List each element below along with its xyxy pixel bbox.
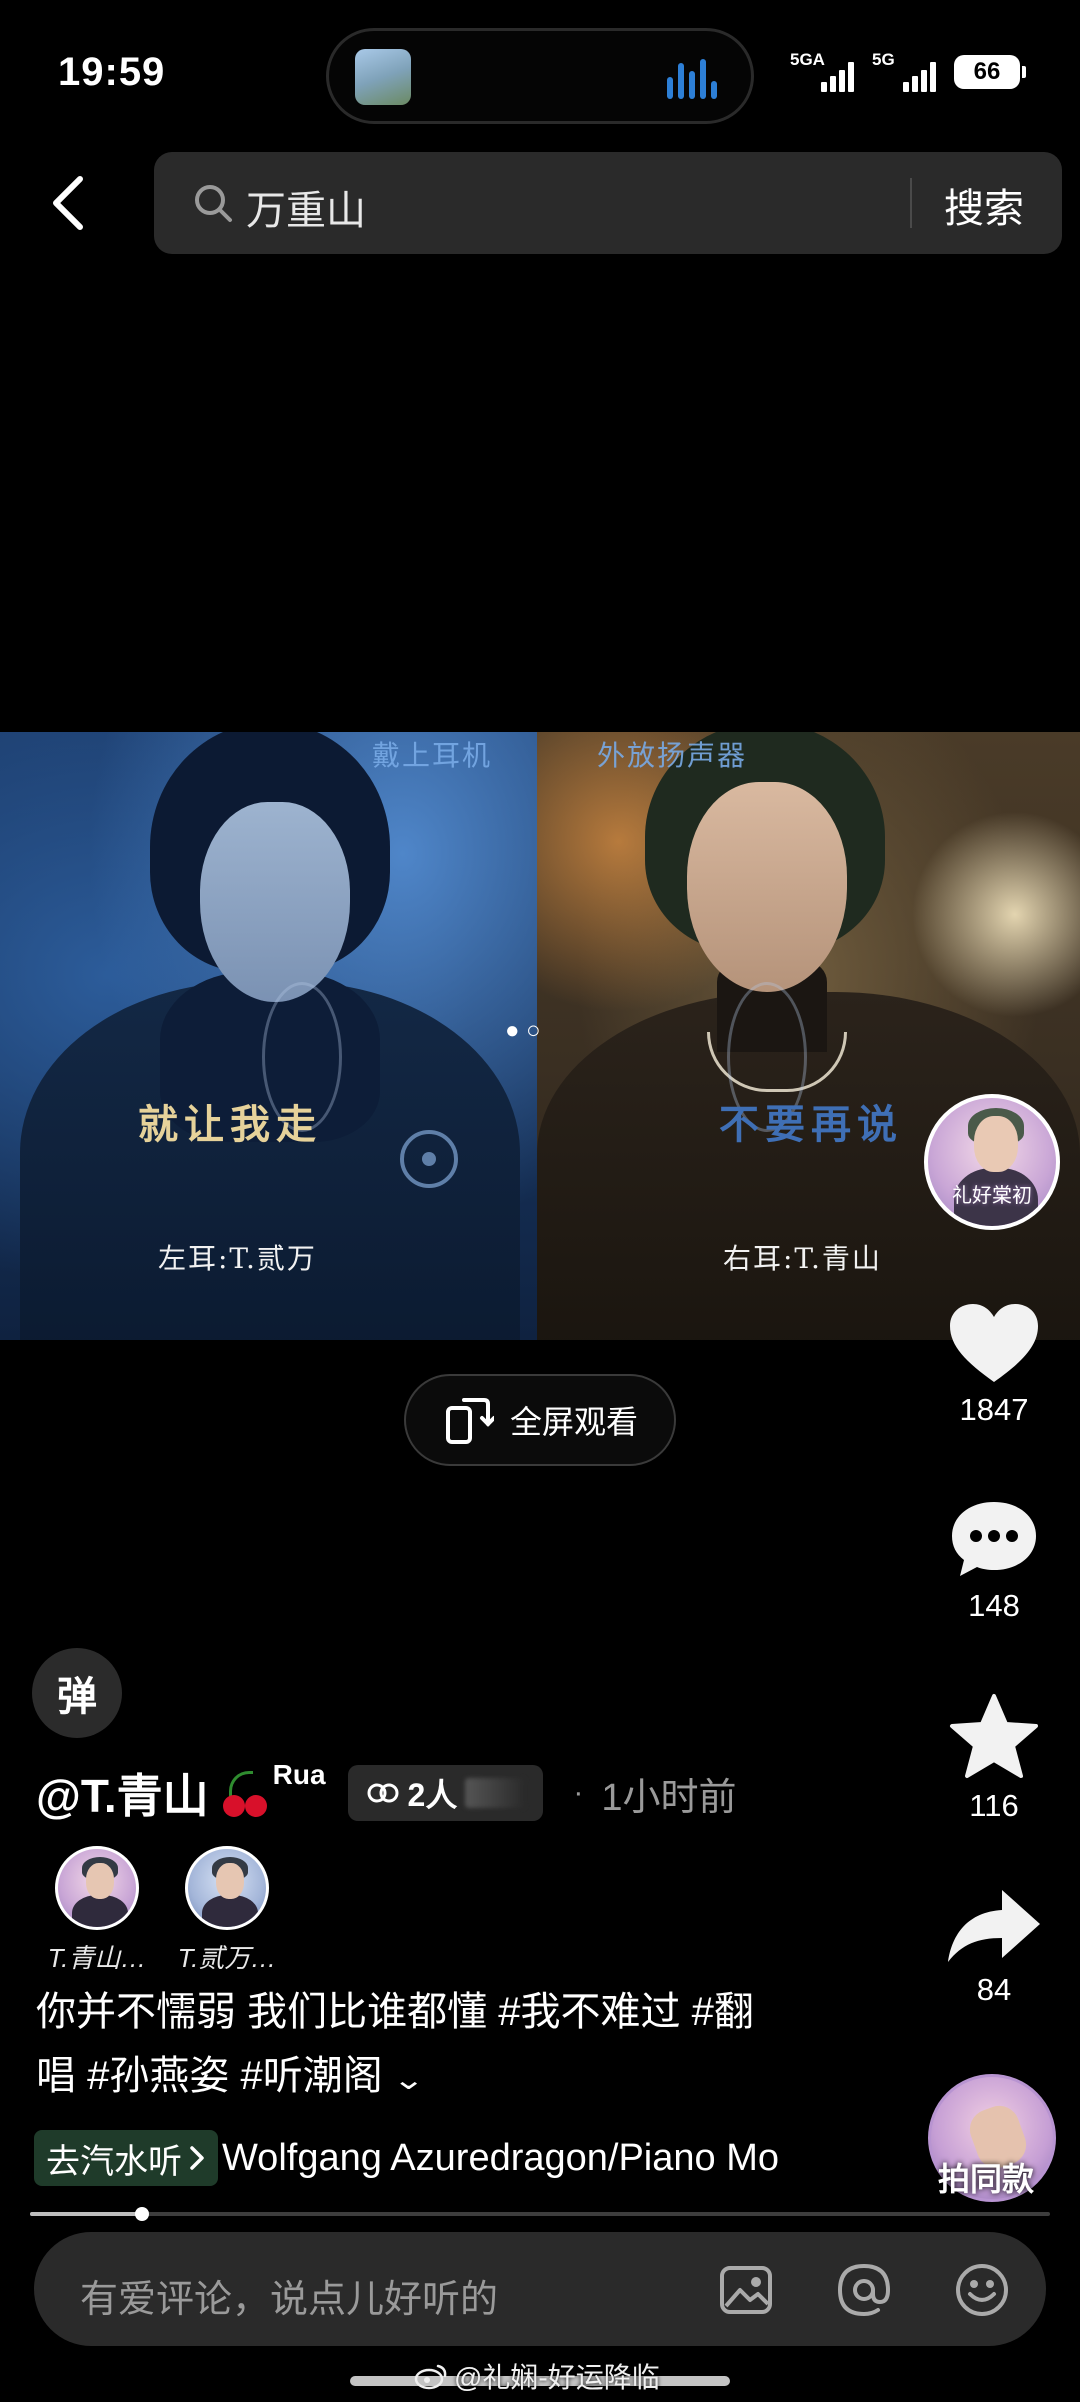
video-player[interactable]: 戴上耳机 就让我走 左耳:T.贰万 外放扬声器 不要再说 右耳:T.青山 ● ○ (0, 732, 1080, 1340)
collab-count: 2人 (407, 1777, 458, 1813)
share-icon (948, 1890, 1040, 1962)
cocreator-name: T.青山… (47, 1943, 147, 1973)
chevron-right-icon (190, 2146, 204, 2170)
overlay-headphone-text: 戴上耳机 (372, 739, 493, 772)
at-icon[interactable] (834, 2260, 894, 2320)
progress-fill (30, 2212, 143, 2216)
lyric-right: 不要再说 (719, 1101, 903, 1148)
author-suffix: Rua (272, 1759, 326, 1790)
video-progress-bar[interactable] (30, 2207, 1050, 2221)
favorite-button[interactable]: 116 (934, 1692, 1054, 1824)
cocreator-name: T.贰万… (177, 1943, 277, 1973)
watermark: @礼娴-好运降临 (414, 2356, 660, 2396)
illustration-face (687, 782, 847, 992)
comment-icon (952, 1502, 1036, 1576)
caption-line-2: 唱 #孙燕姿 #听潮阁 (36, 2054, 383, 2098)
back-button[interactable] (50, 168, 100, 238)
earbuds-icon: ● ○ (505, 1017, 541, 1044)
fullscreen-icon (445, 1398, 494, 1444)
island-album-thumbnail (355, 49, 411, 105)
like-button[interactable]: 1847 (934, 1300, 1054, 1428)
share-count: 84 (976, 1972, 1012, 2007)
post-meta: @T.青山 Rua 2人 · 1小时前 (36, 1758, 737, 1828)
battery-indicator: 66 (954, 55, 1026, 89)
music-title: Wolfgang Azuredragon/Piano Mo (222, 2136, 779, 2179)
video-left-panel: 戴上耳机 就让我走 左耳:T.贰万 (0, 732, 537, 1340)
lyric-left: 就让我走 (138, 1101, 322, 1148)
search-divider (910, 178, 912, 228)
same-style-label[interactable]: 拍同款 (938, 2154, 1034, 2200)
image-icon[interactable] (716, 2260, 776, 2320)
audio-wave-icon (667, 59, 719, 99)
music-row[interactable]: 去汽水听 Wolfgang Azuredragon/Piano Mo (34, 2130, 834, 2186)
fullscreen-label: 全屏观看 (509, 1404, 638, 1440)
signal-5ga: 5GA (790, 50, 854, 92)
search-input[interactable]: 万重山 (246, 178, 366, 236)
collab-icon (367, 1783, 399, 1803)
emoji-icon[interactable] (952, 2260, 1012, 2320)
fullscreen-button[interactable]: 全屏观看 (404, 1374, 676, 1466)
right-ear-label: 右耳:T.青山 (723, 1242, 882, 1275)
cherry-icon (215, 1765, 271, 1821)
avatar-logo-text: 礼好棠初 (952, 1183, 1032, 1207)
left-ear-label: 左耳:T.贰万 (158, 1242, 317, 1275)
comment-button[interactable]: 148 (934, 1496, 1054, 1624)
illustration-face (200, 802, 350, 1002)
heart-icon (950, 1304, 1038, 1382)
signal-5g: 5G (872, 50, 936, 92)
chevron-down-icon[interactable]: ⌄ (392, 2048, 425, 2112)
progress-knob[interactable] (135, 2207, 150, 2221)
author-name[interactable]: @T.青山 (36, 1760, 209, 1826)
post-caption[interactable]: 你并不懦弱 我们比谁都懂 #我不难过 #翻 唱 #孙燕姿 #听潮阁 ⌄ (36, 1980, 836, 2112)
share-button[interactable]: 84 (934, 1886, 1054, 2008)
like-count: 1847 (959, 1392, 1029, 1427)
post-time: 1小时前 (601, 1776, 737, 1819)
search-icon (195, 185, 232, 222)
cocreator-1[interactable]: T.青山… (32, 1846, 162, 1975)
back-icon (53, 176, 83, 230)
comment-input[interactable]: 有爱评论，说点儿好听的 (80, 2268, 498, 2323)
video-right-panel: 外放扬声器 不要再说 右耳:T.青山 (537, 732, 1080, 1340)
comment-bar[interactable]: 有爱评论，说点儿好听的 (34, 2232, 1046, 2346)
status-bar: 19:59 5GA 5G 66 (0, 0, 1080, 150)
comment-count: 148 (968, 1588, 1020, 1623)
cocreator-avatar (55, 1846, 139, 1930)
dynamic-island[interactable] (326, 28, 754, 124)
brooch-icon (400, 1130, 458, 1188)
search-button[interactable]: 搜索 (944, 176, 1024, 234)
qishui-listen-button[interactable]: 去汽水听 (34, 2130, 218, 2186)
qishui-listen-label: 去汽水听 (46, 2142, 182, 2181)
meta-separator: · (573, 1776, 584, 1809)
star-icon (950, 1694, 1038, 1778)
cocreator-2[interactable]: T.贰万… (162, 1846, 292, 1975)
collab-badge[interactable]: 2人 (347, 1765, 544, 1821)
status-indicators: 5GA 5G 66 (790, 50, 1026, 92)
caption-line-1: 你并不懦弱 我们比谁都懂 #我不难过 #翻 (36, 1990, 754, 2034)
search-bar[interactable]: 万重山 搜索 (154, 152, 1062, 254)
weibo-icon (414, 2364, 447, 2390)
danmu-toggle[interactable]: 弹 (32, 1648, 122, 1738)
cocreator-avatar (185, 1846, 269, 1930)
favorite-count: 116 (969, 1788, 1019, 1823)
status-time: 19:59 (58, 50, 166, 94)
watermark-text: @礼娴-好运降临 (454, 2362, 660, 2393)
overlay-speaker-text: 外放扬声器 (597, 739, 748, 772)
author-avatar[interactable]: 礼好棠初 (924, 1094, 1060, 1230)
